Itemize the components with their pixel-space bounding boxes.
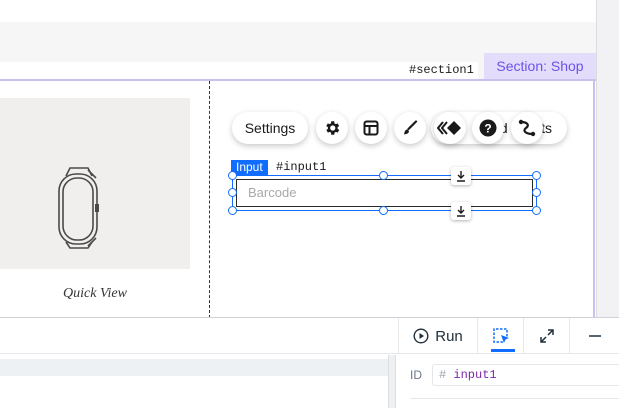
section-tag[interactable]: Section: Shop — [484, 53, 596, 79]
id-value: input1 — [453, 368, 497, 382]
top-strip — [0, 0, 596, 22]
brush-icon — [404, 120, 418, 135]
help-icon: ? — [479, 119, 497, 137]
minimize-icon — [588, 335, 601, 337]
animation-button[interactable] — [511, 112, 543, 144]
help-button[interactable]: ? — [472, 112, 504, 144]
resize-handle-bottom-right[interactable] — [532, 206, 541, 215]
id-property-field[interactable]: # input1 — [432, 364, 619, 386]
resize-handle-top[interactable] — [379, 171, 388, 180]
code-diamond-icon — [437, 121, 461, 135]
column-divider — [209, 81, 210, 318]
animation-icon — [518, 119, 536, 137]
code-button[interactable] — [434, 112, 466, 144]
gear-button[interactable] — [316, 112, 348, 144]
expand-icon — [539, 329, 554, 343]
play-icon — [413, 328, 429, 344]
editor-canvas: #section1 Section: Shop Quick View Setti… — [0, 0, 619, 318]
settings-button[interactable]: Settings — [232, 112, 308, 144]
section-id-tag: #section1 — [405, 62, 478, 79]
resize-handle-bottom-left[interactable] — [228, 206, 237, 215]
pane-divider[interactable] — [388, 355, 396, 408]
stretch-button-top[interactable] — [451, 167, 471, 185]
resize-handle-top-left[interactable] — [228, 171, 237, 180]
stretch-button-bottom[interactable] — [451, 202, 471, 220]
layout-icon — [363, 120, 379, 136]
section-border-right — [593, 79, 595, 318]
id-hash: # — [439, 368, 447, 382]
download-icon — [457, 171, 465, 182]
product-image[interactable] — [0, 98, 190, 269]
resize-handle-top-right[interactable] — [532, 171, 541, 180]
gear-icon — [326, 121, 340, 135]
inspect-cursor-icon — [492, 328, 509, 343]
id-property-label: ID — [410, 368, 422, 382]
inspect-active-indicator — [491, 349, 515, 352]
right-rail — [596, 0, 619, 318]
barcode-input-placeholder: Barcode — [248, 185, 297, 200]
properties-divider — [410, 398, 619, 399]
resize-handle-bottom[interactable] — [379, 206, 388, 215]
section-border — [0, 79, 596, 81]
run-label: Run — [435, 327, 463, 345]
download-icon — [457, 206, 465, 217]
resize-handle-right[interactable] — [532, 188, 541, 197]
section-top-strip — [0, 62, 405, 79]
code-editor-line — [0, 359, 388, 376]
design-button[interactable] — [394, 112, 426, 144]
expand-button[interactable] — [523, 318, 569, 354]
run-button[interactable]: Run — [398, 318, 477, 354]
watch-icon — [58, 167, 99, 249]
element-id-tag: #input1 — [274, 160, 329, 175]
svg-text:?: ? — [484, 122, 491, 136]
minimize-button[interactable] — [569, 318, 619, 354]
quick-view-link[interactable]: Quick View — [0, 286, 190, 302]
resize-handle-left[interactable] — [228, 188, 237, 197]
layout-button[interactable] — [355, 112, 387, 144]
